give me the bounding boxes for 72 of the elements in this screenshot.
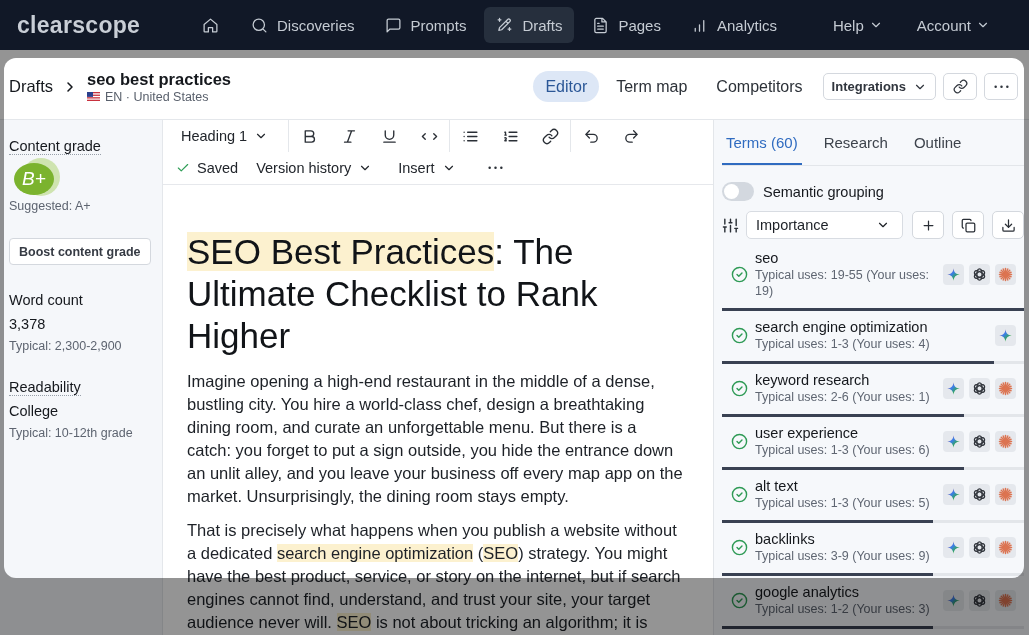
term-name: search engine optimization [755,318,929,336]
term-usage: Typical uses: 1-3 (Your uses: 5) [755,495,931,511]
stat-typical: Typical: 10-12th grade [9,425,134,441]
save-status: Saved [197,160,239,176]
term-usage: Typical uses: 1-2 (Your uses: 3) [755,601,931,617]
nav-item[interactable]: Analytics [678,7,789,43]
nav-item[interactable]: Drafts [484,7,575,43]
home-icon [202,16,219,34]
menu-dropdown[interactable]: Help [820,7,895,43]
menu-dropdown[interactable]: Account [904,7,1002,43]
boost-button[interactable]: Boost content grade [9,238,151,265]
check-icon [176,161,190,175]
pencil-sparkle-icon [496,16,514,34]
toggle-label: Semantic grouping [763,183,884,200]
view-tab[interactable]: Term map [604,71,700,102]
term-name: user experience [755,424,860,442]
menu-dropdown[interactable]: Insert [390,154,464,182]
term-usage: Typical uses: 1-3 (Your uses: 6) [755,442,931,458]
term-usage: Typical uses: 1-3 (Your uses: 4) [755,336,931,352]
paragraph: That is precisely what happens when you publish a website without a dedicated search engine optimization (SEO) strategy. You might have the best product, service, or story on the internet, but if search engines cannot find, understand, and trust your site, your target audience never will. SEO is not about tricking an algorithm; it is [187,520,682,633]
sort-select[interactable]: Importance [746,211,904,239]
copy-icon [960,217,976,233]
nav-item[interactable]: Prompts [372,7,479,43]
logo[interactable]: clearscope [17,11,198,39]
block-style-dropdown[interactable]: Heading 1 [173,122,285,150]
document-heading: SEO Best Practices: The Ultimate Checklist to Rank Higher [187,231,599,357]
term-name: seo [755,249,780,267]
stat-label: Readability [9,379,81,396]
more-icon [993,84,1009,89]
chat-bubble-icon [384,16,402,34]
suggested-grade: Suggested: A+ [9,198,92,214]
flag-icon [87,92,100,101]
view-tab[interactable]: Competitors [704,71,815,102]
underline-icon [380,127,398,145]
menu-dropdown[interactable]: Version history [248,154,381,182]
nav-item[interactable]: Discoveries [239,7,367,43]
panel-tab[interactable]: Outline [909,120,966,165]
toggle-switch[interactable] [722,182,754,201]
undo-icon [582,127,600,145]
nav-item[interactable]: Pages [580,7,673,43]
link-icon [952,79,968,94]
panel-tab[interactable]: Research [819,120,892,165]
term-usage: Typical uses: 19-55 (Your uses: 19) [755,267,930,299]
panel-tab[interactable]: Terms (60) [722,120,802,165]
copy-button[interactable] [952,211,985,239]
term-name: backlinks [755,530,816,548]
document-icon [592,16,610,34]
stat-value: 3,378 [9,315,47,333]
link-button[interactable] [943,73,977,100]
term-name: keyword research [755,371,871,389]
redo-icon [622,127,640,145]
sliders-icon[interactable] [722,216,739,234]
more-icon [488,166,503,170]
plus-icon [920,217,936,233]
breadcrumb-link[interactable]: Drafts [9,77,53,96]
locale-label: EN · United States [105,88,209,105]
search-icon [251,16,268,34]
term-name: google analytics [755,583,860,601]
term-name: alt text [755,477,799,495]
paragraph: Imagine opening a high-end restaurant in the middle of a dense, bustling city. You hire a world-class chef, design a breathtaking dining room, and curate an unforgettable menu. But there is a catch: you forget to put a sign outside, you hide the entrance down an unlit alley, and you leave your business off every map app on the market. Unsurprisingly, the dining room stays empty. [187,371,684,507]
section-label: Content grade [9,138,101,155]
term-usage: Typical uses: 3-9 (Your uses: 9) [755,548,931,564]
stat-value: College [9,402,60,420]
stat-typical: Typical: 2,300-2,900 [9,338,123,354]
download-icon [1000,217,1016,233]
term-usage: Typical uses: 2-6 (Your uses: 1) [755,389,931,405]
download-button[interactable] [992,211,1024,239]
document-title: seo best practices [87,68,231,89]
stat-label: Word count [9,292,83,309]
link-icon [541,127,559,145]
integrations-dropdown[interactable]: Integrations [822,73,936,100]
view-tab[interactable]: Editor [533,71,600,102]
